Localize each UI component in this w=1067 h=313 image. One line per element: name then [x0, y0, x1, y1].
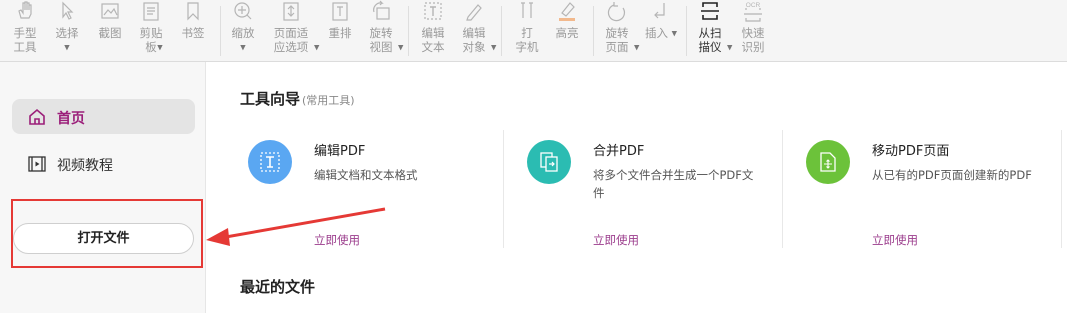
reflow-icon: [332, 2, 348, 21]
fit-page-button[interactable]: 页面适 应选项 ▼: [268, 0, 319, 60]
rotate-page-button[interactable]: 旋转 页面 ▼: [600, 0, 639, 60]
edit-pdf-icon: [248, 140, 292, 184]
merge-pdf-icon: [527, 140, 571, 184]
section-title-recent: 最近的文件: [240, 278, 316, 296]
use-now-link[interactable]: 立即使用: [872, 232, 918, 248]
ocr-icon: OCR: [744, 2, 762, 22]
insert-button[interactable]: 插入 ▼: [644, 0, 678, 60]
edit-object-icon: [466, 4, 482, 21]
use-now-link[interactable]: 立即使用: [593, 232, 639, 248]
sidebar: 首页 视频教程 打开文件: [0, 62, 206, 313]
reflow-button[interactable]: 重排: [323, 0, 357, 60]
zoom-icon: [234, 2, 252, 20]
video-icon: [28, 156, 46, 172]
rotate-view-icon: [373, 0, 390, 20]
card-title: 移动PDF页面: [872, 144, 950, 159]
hand-tool-button[interactable]: 手型 工具: [8, 0, 42, 60]
highlight-icon: [559, 2, 575, 21]
chevron-down-icon: ▼: [634, 43, 640, 52]
card-description: 将多个文件合并生成一个PDF文件: [593, 168, 754, 200]
section-title-tools: 工具向导 (常用工具): [240, 90, 355, 108]
card-title: 编辑PDF: [314, 144, 366, 159]
select-arrow-icon: [62, 1, 74, 20]
hand-icon: [18, 1, 32, 19]
typewriter-button[interactable]: 打 字机: [510, 0, 544, 60]
use-now-link[interactable]: 立即使用: [314, 232, 360, 248]
card-title: 合并PDF: [593, 144, 645, 159]
sidebar-item-label: 首页: [57, 111, 85, 127]
clipboard-icon: [143, 2, 159, 21]
sidebar-item-video-tutorials[interactable]: 视频教程: [12, 146, 195, 181]
main-content: 工具向导 (常用工具) 编辑PDF 编辑文档和文本格式 立即使用 合并PDF 将多…: [207, 62, 1067, 313]
highlight-annotation-box: [11, 199, 203, 268]
tool-card-edit-pdf[interactable]: 编辑PDF 编辑文档和文本格式 立即使用: [207, 128, 485, 258]
chevron-down-icon: ▼: [727, 43, 733, 52]
chevron-down-icon: ▼: [240, 43, 246, 52]
card-divider: [1061, 130, 1062, 248]
ocr-button[interactable]: OCR 快速 识别: [736, 0, 770, 60]
scanner-icon: [701, 2, 719, 20]
home-icon: [29, 108, 45, 125]
typewriter-icon: [521, 2, 533, 18]
insert-icon: [654, 3, 665, 19]
chevron-down-icon: ▼: [671, 29, 678, 38]
sidebar-item-label: 视频教程: [57, 158, 113, 174]
toolbar-divider: [686, 6, 687, 56]
select-button[interactable]: 选择 ▼: [50, 0, 84, 60]
toolbar: 手型 工具 选择 ▼ 截图 剪贴 板 ▼ 书签 缩放 ▼ 页面适 应选项 ▼ 重…: [0, 0, 1067, 62]
screenshot-icon: [101, 3, 119, 19]
edit-object-button[interactable]: 编辑 对象 ▼: [457, 0, 496, 60]
tool-card-move-pages[interactable]: 移动PDF页面 从已有的PDF页面创建新的PDF 立即使用: [765, 128, 1043, 258]
rotate-page-icon: [607, 2, 626, 22]
chevron-down-icon: ▼: [314, 43, 320, 52]
fit-page-icon: [283, 2, 299, 21]
bookmark-icon: [187, 2, 199, 21]
chevron-down-icon: ▼: [398, 43, 404, 52]
highlight-button[interactable]: 高亮: [550, 0, 584, 60]
sidebar-item-home[interactable]: 首页: [12, 99, 195, 134]
svg-text:OCR: OCR: [746, 2, 761, 9]
zoom-button[interactable]: 缩放 ▼: [226, 0, 260, 60]
bookmark-button[interactable]: 书签: [176, 0, 210, 60]
toolbar-divider: [501, 6, 502, 56]
move-pages-icon: [806, 140, 850, 184]
clipboard-button[interactable]: 剪贴 板 ▼: [134, 0, 168, 60]
edit-text-icon: [424, 2, 442, 20]
chevron-down-icon: ▼: [64, 43, 70, 52]
toolbar-divider: [220, 6, 221, 56]
screenshot-button[interactable]: 截图: [93, 0, 127, 60]
chevron-down-icon: ▼: [491, 43, 497, 52]
edit-text-button[interactable]: 编辑 文本: [416, 0, 450, 60]
card-description: 编辑文档和文本格式: [314, 168, 418, 182]
card-description: 从已有的PDF页面创建新的PDF: [872, 168, 1032, 182]
tool-card-merge-pdf[interactable]: 合并PDF 将多个文件合并生成一个PDF文件 立即使用: [486, 128, 764, 258]
rotate-view-button[interactable]: 旋转 视图 ▼: [364, 0, 403, 60]
toolbar-divider: [408, 6, 409, 56]
chevron-down-icon: ▼: [157, 43, 163, 52]
toolbar-divider: [593, 6, 594, 56]
scanner-button[interactable]: 从扫 描仪 ▼: [693, 0, 732, 60]
